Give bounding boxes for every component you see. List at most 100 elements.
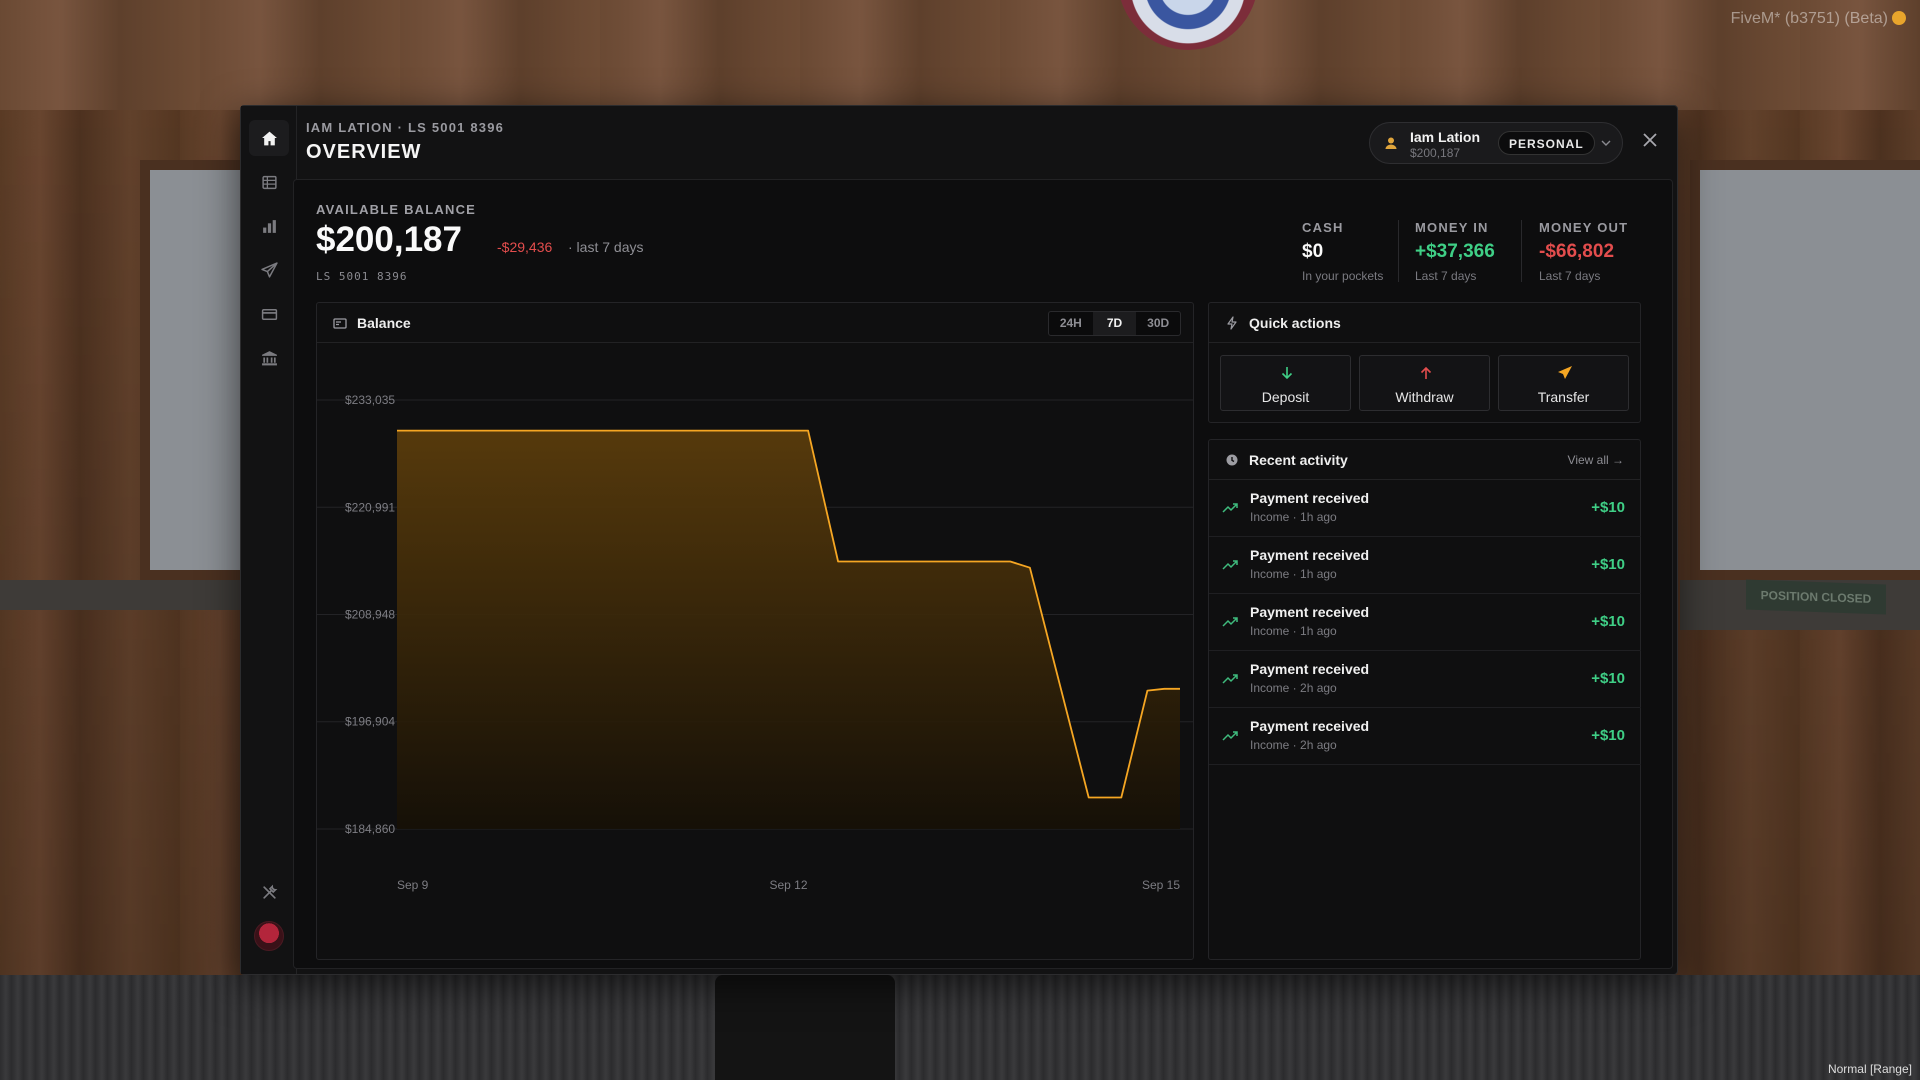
balance-chart-card: Balance 24H 7D 30D $233,035 $220,991 $208,… bbox=[316, 302, 1194, 960]
card-icon bbox=[261, 308, 277, 320]
range-7d-button[interactable]: 7D bbox=[1092, 312, 1137, 335]
balance-change-period: · last 7 days bbox=[568, 239, 644, 255]
account-switcher-balance: $200,187 bbox=[1410, 146, 1461, 160]
y-tick-label: $233,035 bbox=[345, 393, 395, 407]
send-icon bbox=[260, 261, 278, 278]
sidebar-item-transactions[interactable] bbox=[249, 164, 289, 200]
sidebar-item-analytics[interactable] bbox=[249, 208, 289, 244]
x-tick-label: Sep 9 bbox=[397, 878, 429, 892]
range-24h-button[interactable]: 24H bbox=[1049, 312, 1093, 335]
stat-money-out-note: Last 7 days bbox=[1539, 269, 1601, 283]
trend-up-icon bbox=[1222, 674, 1238, 684]
stat-money-out-label: MONEY OUT bbox=[1539, 220, 1629, 235]
withdraw-button[interactable]: Withdraw bbox=[1359, 355, 1490, 411]
stat-money-in: MONEY IN +$37,366 Last 7 days bbox=[1415, 220, 1495, 283]
trend-up-icon bbox=[1222, 617, 1238, 627]
stat-money-out-value: -$66,802 bbox=[1539, 241, 1615, 262]
fivem-logo-icon bbox=[1892, 11, 1906, 25]
y-tick-label: $196,904 bbox=[345, 715, 395, 729]
trend-up-icon bbox=[1222, 503, 1238, 513]
activity-title: Payment received bbox=[1250, 661, 1370, 677]
sidebar-item-bank[interactable] bbox=[249, 340, 289, 376]
stat-money-in-label: MONEY IN bbox=[1415, 220, 1489, 235]
stat-divider bbox=[1521, 220, 1522, 282]
list-item[interactable]: Payment received Income · 1h ago +$10 bbox=[1209, 480, 1641, 537]
arrow-down-icon bbox=[1281, 367, 1293, 380]
balance-chart-title: Balance bbox=[357, 315, 411, 331]
list-item[interactable]: Payment received Income · 1h ago +$10 bbox=[1209, 537, 1641, 594]
account-holder-name: Iam Lation bbox=[1410, 129, 1481, 145]
sidebar-item-home[interactable] bbox=[249, 120, 289, 156]
card-header: Recent activity View all → bbox=[1209, 440, 1640, 480]
deposit-button[interactable]: Deposit bbox=[1220, 355, 1351, 411]
bank-icon bbox=[261, 350, 277, 365]
sidebar-item-transfer[interactable] bbox=[249, 252, 289, 288]
game-background-wall bbox=[0, 0, 1920, 110]
bolt-icon bbox=[1227, 316, 1237, 330]
stat-cash-value: $0 bbox=[1302, 241, 1324, 262]
y-tick-label: $184,860 bbox=[345, 822, 395, 836]
account-type-badge: PERSONAL bbox=[1498, 131, 1595, 155]
list-item[interactable]: Payment received Income · 2h ago +$10 bbox=[1209, 651, 1641, 708]
stat-cash: CASH $0 In your pockets bbox=[1302, 220, 1383, 283]
account-number: LS 5001 8396 bbox=[316, 270, 408, 283]
wallet-icon bbox=[333, 318, 347, 329]
close-icon bbox=[1643, 133, 1657, 147]
avatar[interactable] bbox=[254, 921, 284, 951]
balance-chart: $233,035 $220,991 $208,948 $196,904 $184,860… bbox=[317, 393, 1193, 892]
stat-money-in-note: Last 7 days bbox=[1415, 269, 1477, 283]
stat-cash-label: CASH bbox=[1302, 220, 1344, 235]
sidebar-item-settings[interactable] bbox=[249, 874, 289, 910]
stat-money-in-value: +$37,366 bbox=[1415, 241, 1495, 262]
balance-area-fill bbox=[397, 430, 1180, 829]
activity-subtitle: Income · 1h ago bbox=[1250, 624, 1337, 638]
activity-amount: +$10 bbox=[1591, 556, 1625, 573]
page-header: IAM LATION · LS 5001 8396 OVERVIEW bbox=[306, 120, 504, 164]
clock-icon bbox=[1226, 454, 1238, 466]
view-all-link[interactable]: View all → bbox=[1568, 453, 1624, 467]
game-background-window-right bbox=[1690, 160, 1920, 580]
activity-amount: +$10 bbox=[1591, 499, 1625, 516]
balance-change: -$29,436 bbox=[497, 239, 553, 255]
close-button[interactable] bbox=[1638, 128, 1662, 152]
overview-panel: AVAILABLE BALANCE $200,187 -$29,436 · la… bbox=[293, 179, 1673, 969]
available-balance-label: AVAILABLE BALANCE bbox=[316, 202, 477, 217]
activity-subtitle: Income · 1h ago bbox=[1250, 567, 1337, 581]
banking-app-window: IAM LATION · LS 5001 8396 OVERVIEW Iam L… bbox=[240, 105, 1678, 975]
voice-range-indicator: Normal [Range] bbox=[1827, 1062, 1912, 1076]
stat-money-out: MONEY OUT -$66,802 Last 7 days bbox=[1539, 220, 1628, 283]
send-icon bbox=[1558, 366, 1572, 379]
y-tick-label: $208,948 bbox=[345, 607, 395, 621]
card-header: Balance 24H 7D 30D bbox=[317, 303, 1193, 343]
quick-actions-card: Quick actions Deposit Withdraw Transfer bbox=[1208, 302, 1641, 423]
account-switcher[interactable]: Iam Lation $200,187 PERSONAL bbox=[1369, 122, 1623, 164]
sidebar-item-cards[interactable] bbox=[249, 296, 289, 332]
home-icon bbox=[261, 131, 277, 145]
stat-cash-note: In your pockets bbox=[1302, 269, 1384, 283]
transfer-button[interactable]: Transfer bbox=[1498, 355, 1629, 411]
trend-up-icon bbox=[1222, 560, 1238, 570]
list-item[interactable]: Payment received Income · 2h ago +$10 bbox=[1209, 708, 1641, 765]
tools-icon bbox=[262, 884, 277, 899]
activity-subtitle: Income · 2h ago bbox=[1250, 738, 1337, 752]
stat-divider bbox=[1398, 220, 1399, 282]
quick-actions-title: Quick actions bbox=[1249, 315, 1341, 331]
activity-subtitle: Income · 1h ago bbox=[1250, 510, 1337, 524]
range-selector: 24H 7D 30D bbox=[1048, 311, 1181, 336]
activity-title: Payment received bbox=[1250, 547, 1370, 563]
fivem-client-label: FiveM* (b3751) (Beta) bbox=[1731, 10, 1906, 28]
range-30d-button[interactable]: 30D bbox=[1136, 312, 1180, 335]
y-tick-label: $220,991 bbox=[345, 500, 395, 514]
available-balance-amount: $200,187 bbox=[316, 220, 462, 259]
x-tick-label: Sep 12 bbox=[769, 878, 807, 892]
x-tick-label: Sep 15 bbox=[1142, 878, 1180, 892]
game-background-counter-left bbox=[0, 580, 250, 610]
activity-subtitle: Income · 2h ago bbox=[1250, 681, 1337, 695]
user-icon bbox=[1385, 137, 1397, 149]
recent-activity-card: Recent activity View all → Payment recei… bbox=[1208, 439, 1641, 960]
activity-amount: +$10 bbox=[1591, 613, 1625, 630]
withdraw-label: Withdraw bbox=[1395, 389, 1454, 405]
list-item[interactable]: Payment received Income · 1h ago +$10 bbox=[1209, 594, 1641, 651]
activity-title: Payment received bbox=[1250, 604, 1370, 620]
chevron-down-icon bbox=[1601, 140, 1611, 146]
